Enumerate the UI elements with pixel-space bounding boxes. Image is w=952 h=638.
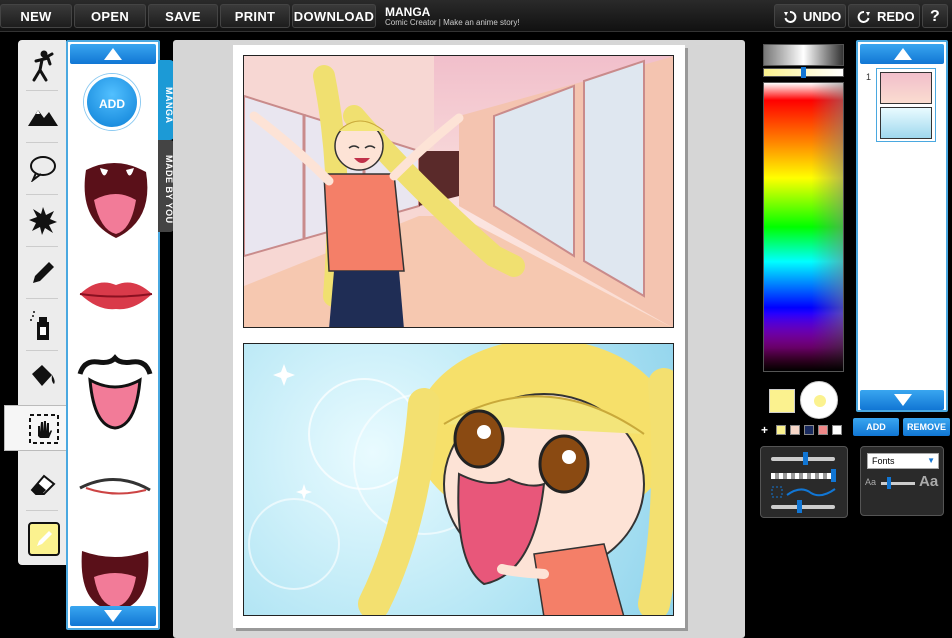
brush-preview xyxy=(800,381,838,419)
smoothing-icon xyxy=(771,486,836,498)
smoothing-handle[interactable] xyxy=(797,500,802,513)
thumbs-scroll-down-button[interactable] xyxy=(860,390,944,410)
hallway-scene xyxy=(244,56,673,327)
tint-slider-handle[interactable] xyxy=(801,67,806,78)
thumbnail-panel-1 xyxy=(880,72,932,104)
swatch-peach[interactable] xyxy=(790,425,800,435)
move-tool[interactable] xyxy=(4,405,66,451)
cat-mouth-asset[interactable] xyxy=(76,354,154,430)
comic-panel-closeup[interactable] xyxy=(243,343,674,616)
thumbnail-panel-2 xyxy=(880,107,932,139)
effects-tool[interactable] xyxy=(18,198,66,244)
brand-title: MANGA xyxy=(385,5,431,19)
pencil-icon xyxy=(33,262,54,283)
redo-icon xyxy=(857,11,870,23)
font-size-small-label: Aa xyxy=(865,477,877,487)
speech-bubble-icon xyxy=(30,156,56,182)
brand-subtitle: Comic Creator | Make an anime story! xyxy=(385,18,520,27)
tab-manga[interactable]: MANGA xyxy=(158,60,174,140)
brush-size-handle[interactable] xyxy=(803,452,808,465)
arrow-down-icon xyxy=(104,610,122,622)
closeup-scene xyxy=(248,344,673,615)
save-button[interactable]: SAVE xyxy=(148,4,218,28)
page-thumbnails-panel: 1 xyxy=(856,40,948,412)
undo-icon xyxy=(784,11,797,23)
wide-mouth-asset[interactable] xyxy=(76,547,154,613)
arrow-down-icon xyxy=(894,394,912,406)
tool-sidebar xyxy=(4,40,66,565)
selected-color-swatch[interactable] xyxy=(769,389,795,413)
color-tool[interactable] xyxy=(18,514,66,560)
lips-asset[interactable] xyxy=(78,277,154,311)
spray-tool[interactable] xyxy=(18,302,66,348)
swatch-white[interactable] xyxy=(832,425,842,435)
tint-slider[interactable] xyxy=(763,67,844,78)
brand: MANGA Comic Creator | Make an anime stor… xyxy=(385,5,520,27)
download-button[interactable]: DOWNLOAD xyxy=(292,4,376,28)
library-scroll-down-button[interactable] xyxy=(70,606,156,626)
divider xyxy=(26,298,58,299)
brush-settings-panel xyxy=(760,446,848,518)
top-toolbar: NEW OPEN SAVE PRINT DOWNLOAD MANGA Comic… xyxy=(0,0,952,32)
fill-tool[interactable] xyxy=(18,354,66,400)
redo-button[interactable]: REDO xyxy=(848,4,920,28)
add-asset-label: ADD xyxy=(99,97,125,111)
character-tool-icon xyxy=(32,50,54,82)
divider xyxy=(26,350,58,351)
thumbs-scroll-up-button[interactable] xyxy=(860,44,944,64)
tab-made-by-you[interactable]: MADE BY YOU xyxy=(158,140,174,232)
paint-bucket-icon xyxy=(32,365,55,386)
divider xyxy=(26,142,58,143)
font-select[interactable]: Fonts xyxy=(867,453,939,469)
divider xyxy=(26,194,58,195)
smoothing-slider[interactable] xyxy=(771,505,835,509)
page-number: 1 xyxy=(866,72,872,82)
divider xyxy=(26,246,58,247)
help-button[interactable]: ? xyxy=(922,4,948,28)
speech-bubble-tool[interactable] xyxy=(18,146,66,192)
undo-label: UNDO xyxy=(803,9,842,24)
print-button[interactable]: PRINT xyxy=(220,4,290,28)
opacity-slider[interactable] xyxy=(771,473,835,479)
opacity-handle[interactable] xyxy=(831,469,836,482)
page-thumbnail-1[interactable] xyxy=(876,68,936,142)
hand-select-icon xyxy=(29,414,59,444)
open-mouth-asset[interactable] xyxy=(76,160,154,240)
undo-button[interactable]: UNDO xyxy=(774,4,846,28)
add-asset-button[interactable]: ADD xyxy=(84,74,140,130)
library-scroll-up-button[interactable] xyxy=(70,44,156,64)
color-swatch-icon xyxy=(28,522,60,556)
manga-comic-creator-app: NEW OPEN SAVE PRINT DOWNLOAD MANGA Comic… xyxy=(0,0,952,638)
pencil-tool[interactable] xyxy=(18,250,66,296)
font-size-large-label: Aa xyxy=(919,473,939,490)
spray-can-icon xyxy=(30,311,49,340)
open-button[interactable]: OPEN xyxy=(74,4,146,28)
add-swatch-icon[interactable]: + xyxy=(761,424,773,436)
comic-panel-hallway[interactable] xyxy=(243,55,674,328)
burst-icon xyxy=(29,207,57,235)
eraser-tool[interactable] xyxy=(18,462,66,508)
redo-label: REDO xyxy=(877,9,915,24)
font-settings-panel: Fonts Aa Aa xyxy=(860,446,944,516)
swatch-pink[interactable] xyxy=(818,425,828,435)
new-button[interactable]: NEW xyxy=(0,4,72,28)
color-spectrum[interactable] xyxy=(763,82,844,372)
arrow-up-icon xyxy=(894,48,912,60)
divider xyxy=(26,90,58,91)
smirk-mouth-asset[interactable] xyxy=(76,470,154,500)
eraser-icon xyxy=(30,474,56,495)
asset-library-panel: ADD xyxy=(66,40,160,630)
swatch-navy[interactable] xyxy=(804,425,814,435)
background-tool[interactable] xyxy=(18,94,66,140)
add-page-button[interactable]: ADD xyxy=(853,418,899,436)
divider xyxy=(26,510,58,511)
character-tool[interactable] xyxy=(18,42,66,88)
swatch-yellow[interactable] xyxy=(776,425,786,435)
brightness-slider[interactable] xyxy=(763,44,844,66)
remove-page-button[interactable]: REMOVE xyxy=(903,418,950,436)
arrow-up-icon xyxy=(104,48,122,60)
font-size-handle[interactable] xyxy=(887,477,891,489)
mountain-icon xyxy=(28,110,58,126)
